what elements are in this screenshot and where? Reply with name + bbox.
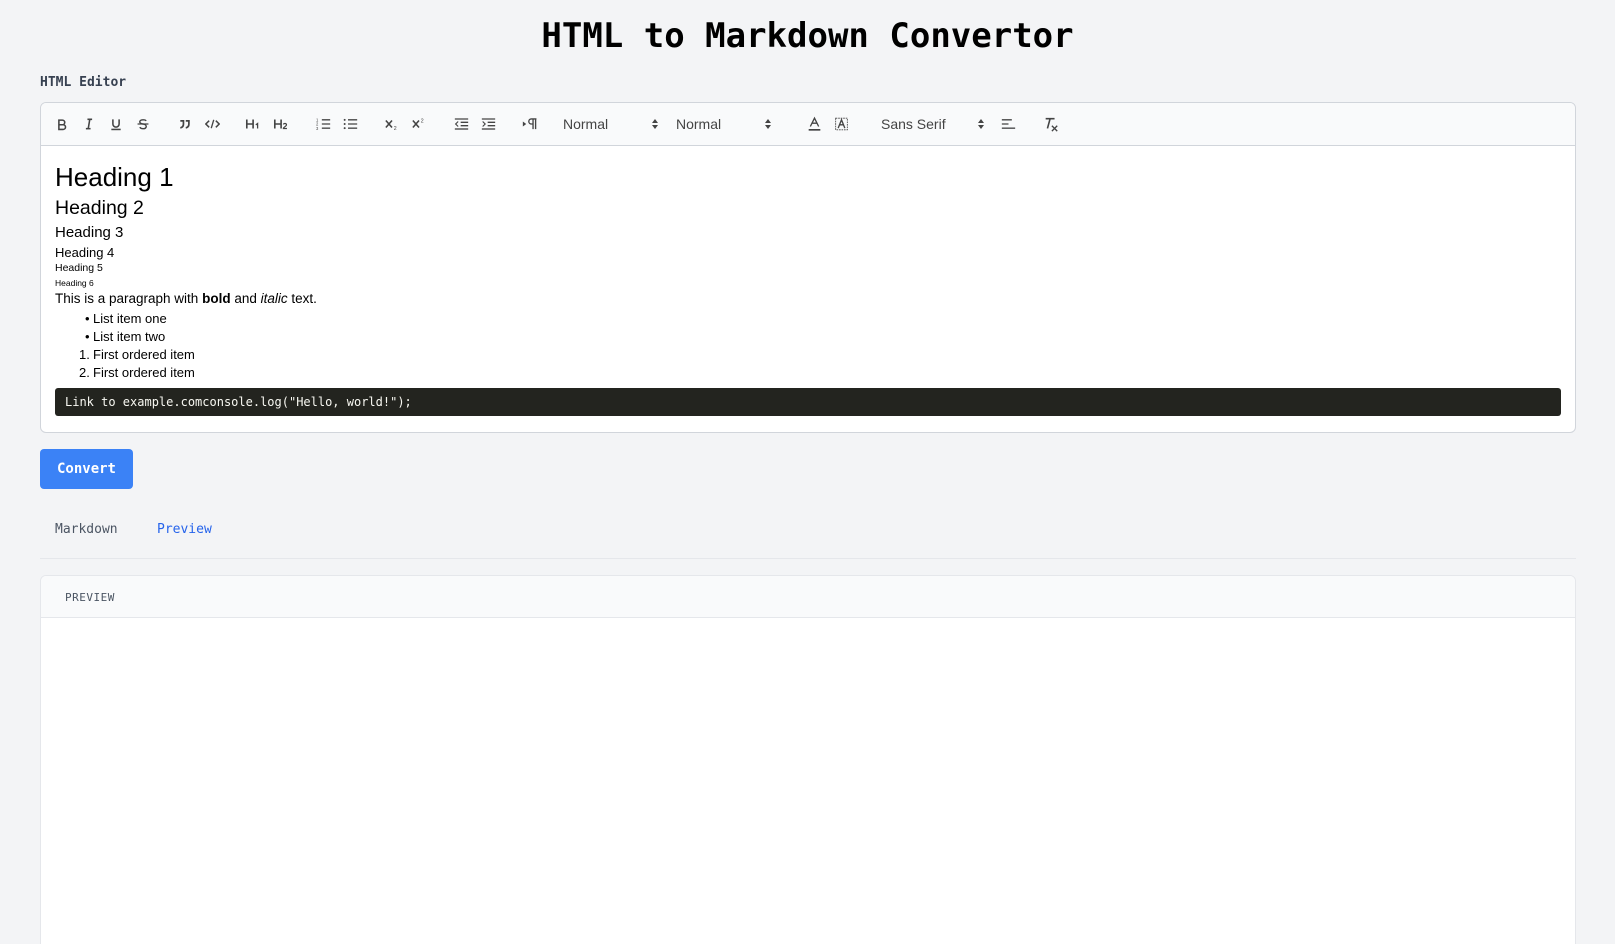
header-select[interactable]: Normal	[563, 103, 659, 145]
svg-text:3: 3	[316, 126, 319, 131]
preview-header: PREVIEW	[41, 576, 1575, 618]
header-select-value: Normal	[563, 116, 609, 132]
output-tabs: Markdown Preview	[40, 510, 1576, 559]
paragraph-italic: italic	[260, 291, 288, 306]
svg-text:2: 2	[421, 118, 424, 124]
h2-button[interactable]	[270, 103, 294, 145]
italic-icon	[85, 118, 93, 130]
indent-button[interactable]	[477, 103, 499, 145]
code-block: Link to example.comconsole.log("Hello, w…	[55, 388, 1561, 416]
h2-icon	[273, 119, 288, 130]
paragraph-text: text.	[287, 291, 317, 306]
editor-content[interactable]: Heading 1 Heading 2 Heading 3 Heading 4 …	[41, 146, 1575, 430]
select-arrows-icon	[765, 119, 771, 129]
svg-text:2: 2	[394, 126, 397, 131]
list-item-text: List item one	[93, 311, 167, 326]
paragraph-text: This is a paragraph with	[55, 291, 203, 306]
clean-format-button[interactable]	[1040, 103, 1062, 145]
h1-button[interactable]	[242, 103, 266, 145]
list-item-text: List item two	[93, 329, 166, 344]
heading-1: Heading 1	[55, 162, 174, 192]
html-editor: 123 2 2 Normal Normal Sans Serif Heading…	[40, 102, 1576, 433]
list-item: • List item two	[85, 329, 166, 344]
h1-icon	[245, 119, 259, 129]
code-button[interactable]	[201, 103, 223, 145]
ordered-list-icon: 123	[316, 118, 330, 131]
direction-button[interactable]	[519, 103, 541, 145]
paragraph-bold: bold	[202, 291, 231, 306]
text-color-icon	[808, 116, 820, 131]
heading-6: Heading 6	[55, 278, 94, 288]
heading-4: Heading 4	[55, 245, 115, 260]
editor-toolbar: 123 2 2 Normal Normal Sans Serif	[41, 103, 1575, 146]
ordered-list-button[interactable]: 123	[312, 103, 334, 145]
editor-label: HTML Editor	[40, 75, 127, 90]
strike-icon	[137, 119, 149, 130]
font-select[interactable]: Sans Serif	[881, 103, 985, 145]
heading-3: Heading 3	[55, 224, 124, 241]
background-color-button[interactable]	[830, 103, 852, 145]
bold-button[interactable]	[51, 103, 73, 145]
bullet-list-button[interactable]	[339, 103, 361, 145]
underline-icon	[111, 119, 121, 131]
bullet-list-icon	[343, 118, 357, 130]
select-arrows-icon	[978, 119, 984, 129]
size-select[interactable]: Normal	[676, 103, 772, 145]
heading-2: Heading 2	[55, 197, 144, 219]
underline-button[interactable]	[105, 103, 127, 145]
tab-preview[interactable]: Preview	[157, 522, 212, 537]
tab-markdown[interactable]: Markdown	[55, 522, 118, 537]
background-color-icon	[834, 117, 848, 131]
blockquote-icon	[180, 120, 190, 129]
list-item: • List item one	[85, 311, 167, 326]
preview-panel: PREVIEW	[40, 575, 1576, 944]
rtl-icon	[522, 118, 536, 130]
subscript-icon: 2	[385, 119, 397, 131]
blockquote-button[interactable]	[174, 103, 196, 145]
heading-5: Heading 5	[55, 262, 103, 274]
superscript-button[interactable]: 2	[408, 103, 430, 145]
size-select-value: Normal	[676, 116, 722, 132]
strike-button[interactable]	[132, 103, 154, 145]
bold-icon	[58, 119, 67, 131]
align-button[interactable]	[997, 103, 1019, 145]
subscript-button[interactable]: 2	[381, 103, 403, 145]
ordered-list: 1. First ordered item 2. First ordered ite…	[55, 346, 1561, 382]
indent-icon	[481, 118, 495, 130]
paragraph: This is a paragraph with bold and italic…	[55, 290, 1561, 308]
outdent-button[interactable]	[450, 103, 472, 145]
page-title: HTML to Markdown Convertor	[541, 16, 1074, 56]
italic-button[interactable]	[78, 103, 100, 145]
paragraph-text: and	[230, 291, 261, 306]
unordered-list: • List item one • List item two	[55, 310, 1561, 346]
font-select-value: Sans Serif	[881, 116, 946, 132]
superscript-icon: 2	[412, 118, 424, 129]
list-item-text: First ordered item	[93, 347, 195, 362]
outdent-icon	[454, 118, 468, 130]
clean-format-icon	[1045, 117, 1058, 132]
list-item: 2. First ordered item	[79, 365, 195, 380]
code-icon	[204, 119, 220, 129]
list-item-text: First ordered item	[93, 365, 195, 380]
text-color-button[interactable]	[803, 103, 825, 145]
select-arrows-icon	[652, 119, 658, 129]
list-item: 1. First ordered item	[79, 347, 195, 362]
convert-button[interactable]: Convert	[40, 449, 133, 489]
align-icon	[1001, 119, 1015, 129]
